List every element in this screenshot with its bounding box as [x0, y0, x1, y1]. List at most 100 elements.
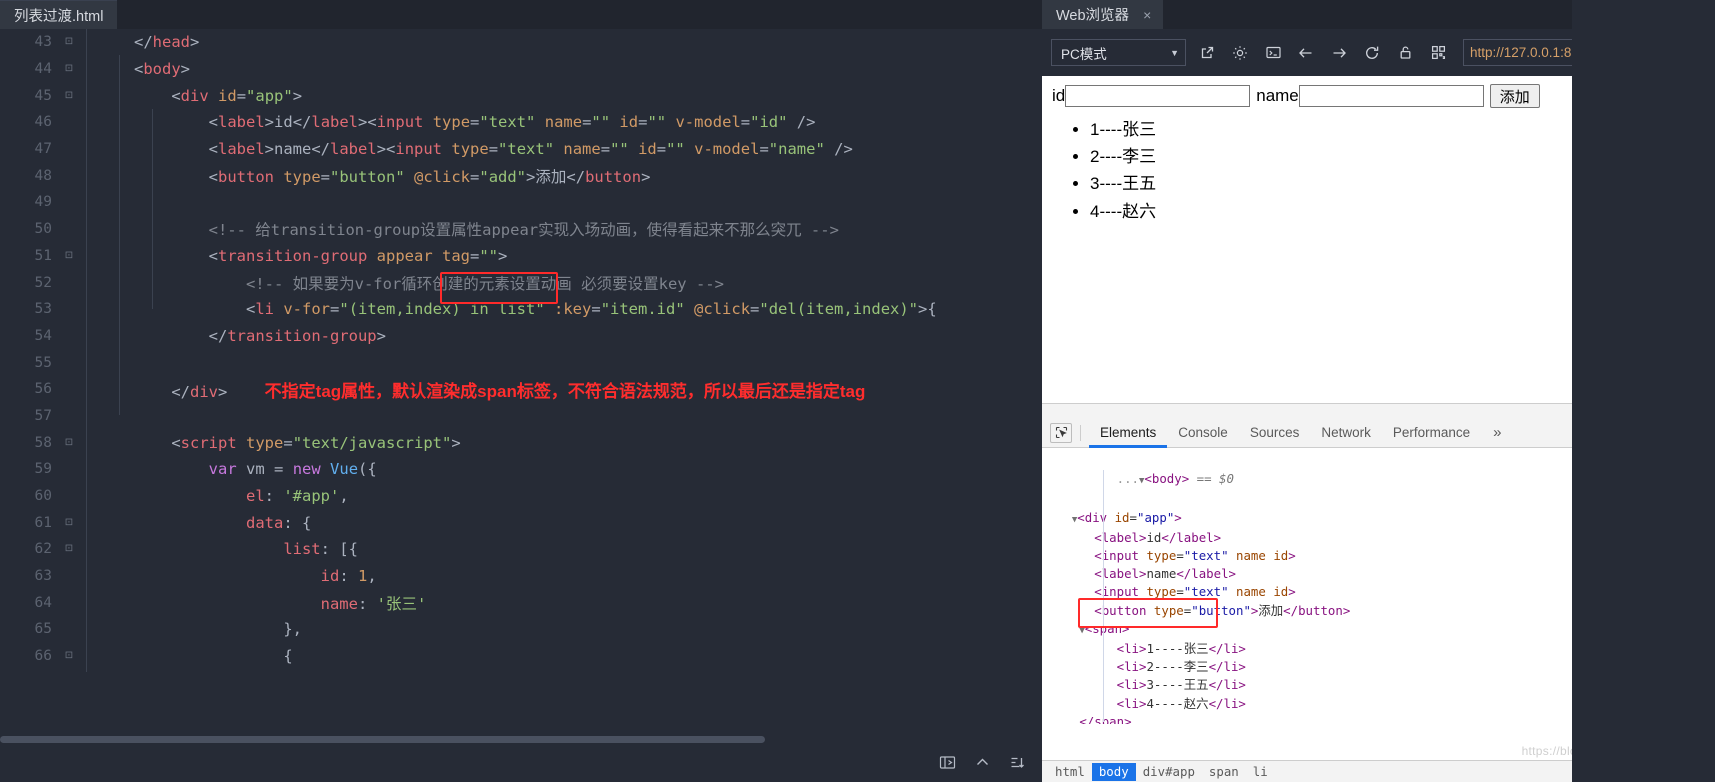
lock-icon[interactable]	[1393, 41, 1417, 65]
console-icon[interactable]	[1261, 41, 1285, 65]
fold-marker[interactable]: ⊡	[62, 437, 76, 448]
fold-marker[interactable]: ⊡	[62, 250, 76, 261]
editor-status-bar	[0, 746, 1042, 782]
code-line: 60 el: '#app',	[0, 483, 1042, 510]
code-line: 63 id: 1,	[0, 563, 1042, 590]
tab-elements[interactable]: Elements	[1089, 418, 1167, 448]
inspect-element-icon[interactable]	[1050, 422, 1072, 443]
fold-marker[interactable]: ⊡	[62, 517, 76, 528]
code-text: <script type="text/javascript">	[171, 433, 461, 452]
add-button[interactable]: 添加	[1489, 84, 1540, 108]
scrollbar-thumb[interactable]	[0, 736, 765, 743]
line-number: 60	[34, 488, 52, 505]
code-text: el: '#app',	[245, 487, 349, 506]
code-text: data: {	[245, 513, 312, 532]
dom-selected-marker: == $0	[1196, 471, 1234, 487]
forward-arrow-icon[interactable]	[1327, 41, 1351, 65]
back-arrow-icon[interactable]	[1294, 41, 1318, 65]
code-text: {	[283, 647, 293, 666]
id-input[interactable]	[1065, 85, 1251, 107]
line-number: 57	[34, 407, 52, 424]
fold-marker[interactable]: ⊡	[62, 64, 76, 74]
tab-sources[interactable]: Sources	[1239, 418, 1311, 448]
code-annotation-text: 不指定tag属性，默认渲染成span标签，不符合语法规范，所以最后还是指定tag	[264, 381, 866, 401]
code-text: <button type="button" @click="add">添加</b…	[208, 167, 651, 186]
breadcrumb-item-html[interactable]: html	[1048, 763, 1092, 781]
fold-marker[interactable]: ⊡	[62, 651, 76, 661]
editor-tab-label: 列表过渡.html	[14, 8, 104, 25]
code-text: <li v-for="(item,index) in list" :key="i…	[245, 300, 937, 319]
code-text: <div id="app">	[171, 86, 303, 105]
device-mode-value: PC模式	[1061, 46, 1107, 62]
code-line: 62 ⊡ list: [{	[0, 536, 1042, 563]
line-number: 49	[34, 194, 52, 211]
device-mode-select[interactable]: PC模式 ▼	[1051, 39, 1186, 66]
line-number: 63	[34, 568, 52, 585]
code-text: name: '张三'	[320, 594, 427, 613]
code-area[interactable]: 43 ⊡ </head> 44 ⊡ <body> 45 ⊡ <div id="a…	[0, 29, 1042, 672]
line-number: 56	[34, 381, 52, 398]
code-text: <label>name</label><input type="text" na…	[208, 140, 853, 159]
code-line: 53 <li v-for="(item,index) in list" :key…	[0, 296, 1042, 323]
reload-icon[interactable]	[1360, 41, 1384, 65]
code-text: <label>id</label><input type="text" name…	[208, 113, 816, 132]
dom-ellipsis: ...	[1116, 471, 1139, 487]
code-line: 43 ⊡ </head>	[0, 29, 1042, 56]
code-line: 56 </div> 不指定tag属性，默认渲染成span标签，不符合语法规范，所…	[0, 376, 1042, 403]
code-line: 54 </transition-group>	[0, 323, 1042, 350]
line-number: 64	[34, 594, 52, 611]
code-line: 51 ⊡ <transition-group appear tag="">	[0, 243, 1042, 270]
code-line: 55	[0, 349, 1042, 376]
line-number: 48	[34, 167, 52, 184]
split-editor-icon[interactable]	[939, 754, 956, 775]
breadcrumb-item-span[interactable]: span	[1202, 763, 1246, 781]
line-number: 47	[34, 141, 52, 158]
line-number: 45	[34, 87, 52, 104]
code-text: <!-- 给transition-group设置属性appear实现入场动画，使…	[78, 221, 839, 240]
tab-network[interactable]: Network	[1310, 418, 1382, 448]
settings-gear-icon[interactable]	[1228, 41, 1252, 65]
tab-console[interactable]: Console	[1167, 418, 1239, 448]
indent-guide	[119, 55, 120, 415]
breadcrumb-item-divapp[interactable]: div#app	[1136, 763, 1202, 781]
code-text: <body>	[134, 60, 191, 79]
fold-marker[interactable]: ⊡	[62, 90, 76, 101]
more-tabs-icon[interactable]: »	[1487, 424, 1507, 441]
line-number: 55	[34, 354, 52, 371]
line-number: 51	[34, 247, 52, 264]
code-line: 52 <!-- 如果要为v-for循环创建的元素设置动画 必须要设置key --…	[0, 269, 1042, 296]
app-root: 列表过渡.html 43 ⊡ </head> 44 ⊡ <body> 45 ⊡ …	[0, 0, 1715, 782]
code-line: 58 ⊡ <script type="text/javascript">	[0, 429, 1042, 456]
code-text: },	[283, 620, 302, 639]
open-external-icon[interactable]	[1195, 41, 1219, 65]
qr-code-icon[interactable]	[1426, 41, 1450, 65]
line-number: 62	[34, 541, 52, 558]
line-number: 52	[34, 274, 52, 291]
code-text: </transition-group>	[208, 326, 386, 345]
code-line: 44 ⊡ <body>	[0, 56, 1042, 83]
sort-icon[interactable]	[1009, 754, 1026, 775]
fold-marker[interactable]: ⊡	[62, 37, 76, 47]
browser-tab[interactable]: Web浏览器 ×	[1042, 0, 1164, 29]
editor-tab-file[interactable]: 列表过渡.html	[0, 0, 118, 29]
line-number: 61	[34, 514, 52, 531]
url-text: http://127.0.0.1:884	[1470, 45, 1587, 60]
code-text: </head>	[134, 33, 200, 52]
dom-guide-line	[1103, 470, 1104, 722]
code-line: 49	[0, 189, 1042, 216]
close-icon[interactable]: ×	[1143, 7, 1151, 23]
name-input[interactable]	[1298, 85, 1484, 107]
breadcrumb-item-li[interactable]: li	[1246, 763, 1275, 781]
toolbar-divider	[1080, 424, 1081, 441]
code-line: 57	[0, 403, 1042, 430]
line-number: 44	[34, 61, 52, 78]
breadcrumb-item-body[interactable]: body	[1091, 762, 1136, 781]
tab-performance[interactable]: Performance	[1382, 418, 1481, 448]
code-line: 61 ⊡ data: {	[0, 509, 1042, 536]
fold-marker[interactable]: ⊡	[62, 544, 76, 554]
editor-horizontal-scrollbar[interactable]	[0, 732, 1042, 744]
chevron-up-icon[interactable]	[974, 754, 991, 775]
code-line: 59 var vm = new Vue({	[0, 456, 1042, 483]
window-right-edge	[1572, 0, 1715, 782]
code-line: 64 name: '张三'	[0, 589, 1042, 616]
